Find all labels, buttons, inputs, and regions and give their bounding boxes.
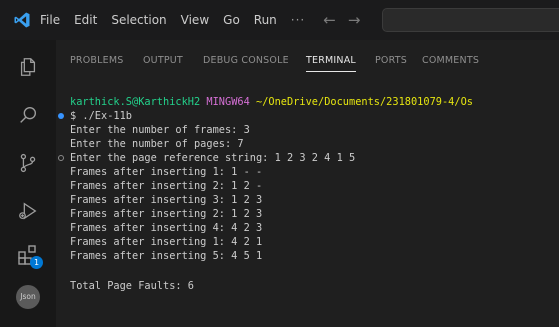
explorer-icon[interactable] (15, 54, 41, 80)
title-bar: File Edit Selection View Go Run ··· ← → (0, 0, 559, 40)
source-control-icon[interactable] (15, 150, 41, 176)
menu-go[interactable]: Go (223, 13, 240, 27)
prompt-user: karthick.S@KarthickH2 (70, 96, 201, 108)
tab-comments[interactable]: COMMENTS (422, 55, 479, 66)
tab-debug-console[interactable]: DEBUG CONSOLE (203, 55, 289, 66)
terminal-line: Enter the page reference string: 1 2 3 2… (70, 152, 356, 164)
terminal-line: Frames after inserting 5: 4 5 1 (70, 250, 263, 262)
menu-view[interactable]: View (181, 13, 209, 27)
command-mark-icon (58, 155, 64, 161)
json-label: Json (16, 285, 40, 309)
more-menu-icon[interactable]: ··· (291, 13, 305, 27)
menu-run[interactable]: Run (254, 13, 277, 27)
total-page-faults: Total Page Faults: 6 (70, 280, 194, 292)
terminal-line: Frames after inserting 3: 1 2 3 (70, 194, 263, 206)
terminal-prompt: karthick.S@KarthickH2 MINGW64 ~/OneDrive… (70, 96, 473, 108)
menu-file[interactable]: File (40, 13, 60, 27)
command-center-search[interactable] (382, 8, 559, 32)
json-icon[interactable]: Json (15, 284, 41, 310)
extensions-icon[interactable]: 1 (15, 242, 43, 269)
vscode-logo-icon (12, 10, 32, 30)
terminal-line: Enter the number of frames: 3 (70, 124, 250, 136)
menu-selection[interactable]: Selection (111, 13, 166, 27)
terminal-command: $ ./Ex-11b (70, 110, 133, 122)
terminal-line: Frames after inserting 2: 1 2 3 (70, 208, 263, 220)
bottom-panel: PROBLEMS OUTPUT DEBUG CONSOLE TERMINAL P… (56, 40, 559, 327)
search-icon[interactable] (15, 102, 41, 128)
command-status-dot-icon (58, 113, 64, 119)
prompt-shell: MINGW64 (206, 96, 250, 108)
tab-output[interactable]: OUTPUT (143, 55, 183, 66)
terminal-line: Frames after inserting 2: 1 2 - (70, 180, 263, 192)
prompt-path: ~/OneDrive/Documents/231801079-4/Os (256, 96, 473, 108)
terminal-line: Frames after inserting 1: 1 - - (70, 166, 263, 178)
terminal-line: Enter the number of pages: 7 (70, 138, 244, 150)
terminal-line: Frames after inserting 1: 4 2 1 (70, 236, 263, 248)
tab-ports[interactable]: PORTS (375, 55, 407, 66)
panel-tabs: PROBLEMS OUTPUT DEBUG CONSOLE TERMINAL P… (56, 40, 559, 82)
tab-terminal[interactable]: TERMINAL (306, 55, 356, 72)
activity-bar: 1 Json (0, 40, 56, 327)
run-debug-icon[interactable] (15, 198, 41, 224)
back-arrow-icon[interactable]: ← (323, 11, 336, 29)
tab-problems[interactable]: PROBLEMS (70, 55, 123, 66)
menu-bar: File Edit Selection View Go Run ··· ← → (40, 11, 372, 29)
menu-edit[interactable]: Edit (74, 13, 97, 27)
extensions-badge: 1 (30, 256, 43, 269)
terminal-line: Frames after inserting 4: 4 2 3 (70, 222, 263, 234)
forward-arrow-icon[interactable]: → (348, 11, 361, 29)
